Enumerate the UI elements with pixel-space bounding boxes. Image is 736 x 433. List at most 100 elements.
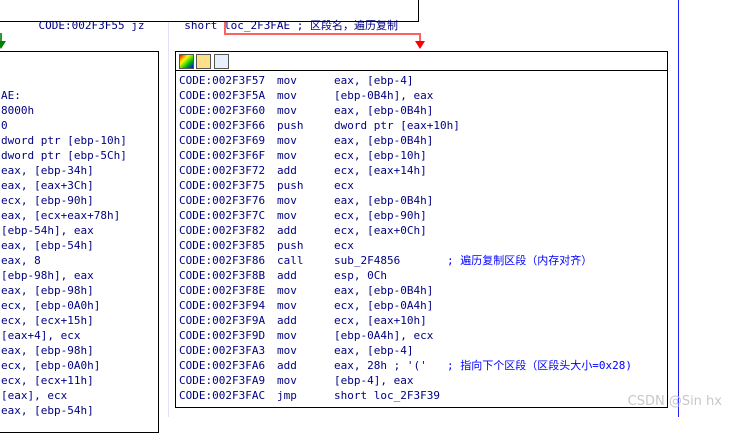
top-code-block[interactable]: CODE:002F3F55 jz short loc_2F3FAE ; 区段名，… bbox=[0, 0, 419, 32]
mnemonic: push bbox=[277, 179, 304, 192]
address: CODE:002F3FA6 bbox=[179, 359, 266, 372]
address: CODE:002F3FAC bbox=[179, 389, 266, 402]
left-code-line: ecx, [ebp-0A0h] bbox=[1, 299, 101, 312]
mnemonic: mov bbox=[277, 104, 297, 117]
address: CODE:002F3F94 bbox=[179, 299, 266, 312]
color-palette-icon[interactable] bbox=[179, 54, 194, 69]
mnemonic: jmp bbox=[277, 389, 297, 402]
main-code-block[interactable]: CODE:002F3F57 mov eax, [ebp-4] CODE:002F3F5… bbox=[175, 51, 668, 408]
left-code-line: eax, [ebp-54h] bbox=[1, 404, 94, 417]
operand: ecx, [eax+10h] bbox=[334, 314, 427, 327]
edit-icon[interactable] bbox=[196, 54, 211, 69]
left-code-line: ecx, [ecx+11h] bbox=[1, 374, 94, 387]
address: CODE:002F3F9A bbox=[179, 314, 266, 327]
operand: short loc_2F3F39 bbox=[334, 389, 440, 402]
mnemonic: jz bbox=[131, 19, 145, 32]
left-code-line: [eax], ecx bbox=[1, 389, 68, 402]
operand: eax, [ebp-0B4h] bbox=[334, 104, 434, 117]
operand: eax, [ebp-0B4h] bbox=[334, 134, 434, 147]
left-code-line: ecx, [ecx+15h] bbox=[1, 314, 94, 327]
code-row[interactable]: CODE:002F3F85 push ecx bbox=[179, 238, 665, 253]
left-code-line: dword ptr [ebp-10h] bbox=[1, 134, 127, 147]
mnemonic: mov bbox=[277, 299, 297, 312]
address: CODE:002F3F7C bbox=[179, 209, 266, 222]
left-code-line: ecx, [ebp-90h] bbox=[1, 194, 94, 207]
left-code-line: eax, 8 bbox=[1, 254, 41, 267]
code-row[interactable]: CODE:002F3F69 mov eax, [ebp-0B4h] bbox=[179, 133, 665, 148]
code-row[interactable]: CODE:002F3FA9 mov [ebp-4], eax bbox=[179, 373, 665, 388]
mnemonic: push bbox=[277, 119, 304, 132]
left-code-line: eax, [ebp-54h] bbox=[1, 239, 94, 252]
mnemonic: add bbox=[277, 314, 297, 327]
code-row[interactable]: CODE:002F3F5A mov [ebp-0B4h], eax bbox=[179, 88, 665, 103]
comment: ; 遍历复制区段（内存对齐） bbox=[447, 254, 593, 267]
address: CODE:002F3F57 bbox=[179, 74, 266, 87]
address: CODE:002F3FA9 bbox=[179, 374, 266, 387]
code-row[interactable]: CODE:002F3FA3 mov eax, [ebp-4] bbox=[179, 343, 665, 358]
comment: ; 指向下个区段（区段头大小=0x28) bbox=[447, 359, 632, 372]
mnemonic: mov bbox=[277, 284, 297, 297]
mnemonic: mov bbox=[277, 149, 297, 162]
left-code-line: eax, [ebp-98h] bbox=[1, 284, 94, 297]
left-code-line: 0 bbox=[1, 119, 8, 132]
code-row[interactable]: CODE:002F3F75 push ecx bbox=[179, 178, 665, 193]
mnemonic: add bbox=[277, 359, 297, 372]
mnemonic: add bbox=[277, 224, 297, 237]
code-row[interactable]: CODE:002F3F8E mov eax, [ebp-0B4h] bbox=[179, 283, 665, 298]
graph-icon[interactable] bbox=[214, 54, 229, 69]
code-row[interactable]: CODE:002F3F72 add ecx, [eax+14h] bbox=[179, 163, 665, 178]
operand: ecx, [ebp-0A4h] bbox=[334, 299, 434, 312]
code-row[interactable]: CODE:002F3F9A add ecx, [eax+10h] bbox=[179, 313, 665, 328]
code-row[interactable]: CODE:002F3FAC jmp short loc_2F3F39 bbox=[179, 388, 665, 403]
address: CODE:002F3F5A bbox=[179, 89, 266, 102]
operand: ecx bbox=[334, 179, 354, 192]
left-code-block[interactable]: AE: 8000h 0 dword ptr [ebp-10h] dword ptr [e… bbox=[0, 51, 159, 433]
left-code-line: [eax+4], ecx bbox=[1, 329, 81, 342]
operand: sub_2F4856 bbox=[334, 254, 401, 267]
left-code-line: [ebp-98h], eax bbox=[1, 269, 94, 282]
address: CODE:002F3F55 bbox=[38, 19, 125, 32]
left-code-line: ecx, [ebp-0A0h] bbox=[1, 359, 101, 372]
block-header bbox=[176, 52, 667, 71]
left-code-line: dword ptr [ebp-5Ch] bbox=[1, 149, 127, 162]
address: CODE:002F3F75 bbox=[179, 179, 266, 192]
operand: short loc_2F3FAE ; 区段名，遍历复制 bbox=[184, 19, 399, 32]
code-row[interactable]: CODE:002F3F76 mov eax, [ebp-0B4h] bbox=[179, 193, 665, 208]
operand: eax, [ebp-4] bbox=[334, 74, 414, 87]
mnemonic: call bbox=[277, 254, 304, 267]
watermark: CSDN @Sin hx bbox=[627, 394, 722, 409]
code-row[interactable]: CODE:002F3F8B add esp, 0Ch bbox=[179, 268, 665, 283]
false-branch-arrow bbox=[415, 41, 425, 49]
address: CODE:002F3F76 bbox=[179, 194, 266, 207]
mnemonic: add bbox=[277, 164, 297, 177]
code-row[interactable]: CODE:002F3F86 call sub_2F4856 ; 遍历复制区段（内存对齐… bbox=[179, 253, 665, 268]
mnemonic: mov bbox=[277, 89, 297, 102]
address: CODE:002F3F85 bbox=[179, 239, 266, 252]
address: CODE:002F3F82 bbox=[179, 224, 266, 237]
left-code-lines: AE: 8000h 0 dword ptr [ebp-10h] dword ptr [e… bbox=[1, 88, 127, 418]
left-code-line: 8000h bbox=[1, 104, 35, 117]
operand: ecx, [ebp-10h] bbox=[334, 149, 427, 162]
code-row[interactable]: CODE:002F3F7C mov ecx, [ebp-90h] bbox=[179, 208, 665, 223]
operand: eax, [ebp-4] bbox=[334, 344, 414, 357]
mnemonic: mov bbox=[277, 209, 297, 222]
code-row[interactable]: CODE:002F3F94 mov ecx, [ebp-0A4h] bbox=[179, 298, 665, 313]
mnemonic: mov bbox=[277, 134, 297, 147]
left-code-line: eax, [ebp-98h] bbox=[1, 344, 94, 357]
operand: ecx, [eax+0Ch] bbox=[334, 224, 427, 237]
operand: dword ptr [eax+10h] bbox=[334, 119, 460, 132]
address: CODE:002F3F60 bbox=[179, 104, 266, 117]
code-row[interactable]: CODE:002F3F6F mov ecx, [ebp-10h] bbox=[179, 148, 665, 163]
code-row[interactable]: CODE:002F3F66 push dword ptr [eax+10h] bbox=[179, 118, 665, 133]
address: CODE:002F3F72 bbox=[179, 164, 266, 177]
mnemonic: push bbox=[277, 239, 304, 252]
operand: ecx, [eax+14h] bbox=[334, 164, 427, 177]
code-row[interactable]: CODE:002F3F82 add ecx, [eax+0Ch] bbox=[179, 223, 665, 238]
code-row[interactable]: CODE:002F3F60 mov eax, [ebp-0B4h] bbox=[179, 103, 665, 118]
address: CODE:002F3F9D bbox=[179, 329, 266, 342]
address: CODE:002F3F6F bbox=[179, 149, 266, 162]
code-row[interactable]: CODE:002F3FA6 add eax, 28h ; '(' ; 指向下个区段（区… bbox=[179, 358, 665, 373]
left-code-line: eax, [ebp-34h] bbox=[1, 164, 94, 177]
code-row[interactable]: CODE:002F3F57 mov eax, [ebp-4] bbox=[179, 73, 665, 88]
code-row[interactable]: CODE:002F3F9D mov [ebp-0A4h], ecx bbox=[179, 328, 665, 343]
